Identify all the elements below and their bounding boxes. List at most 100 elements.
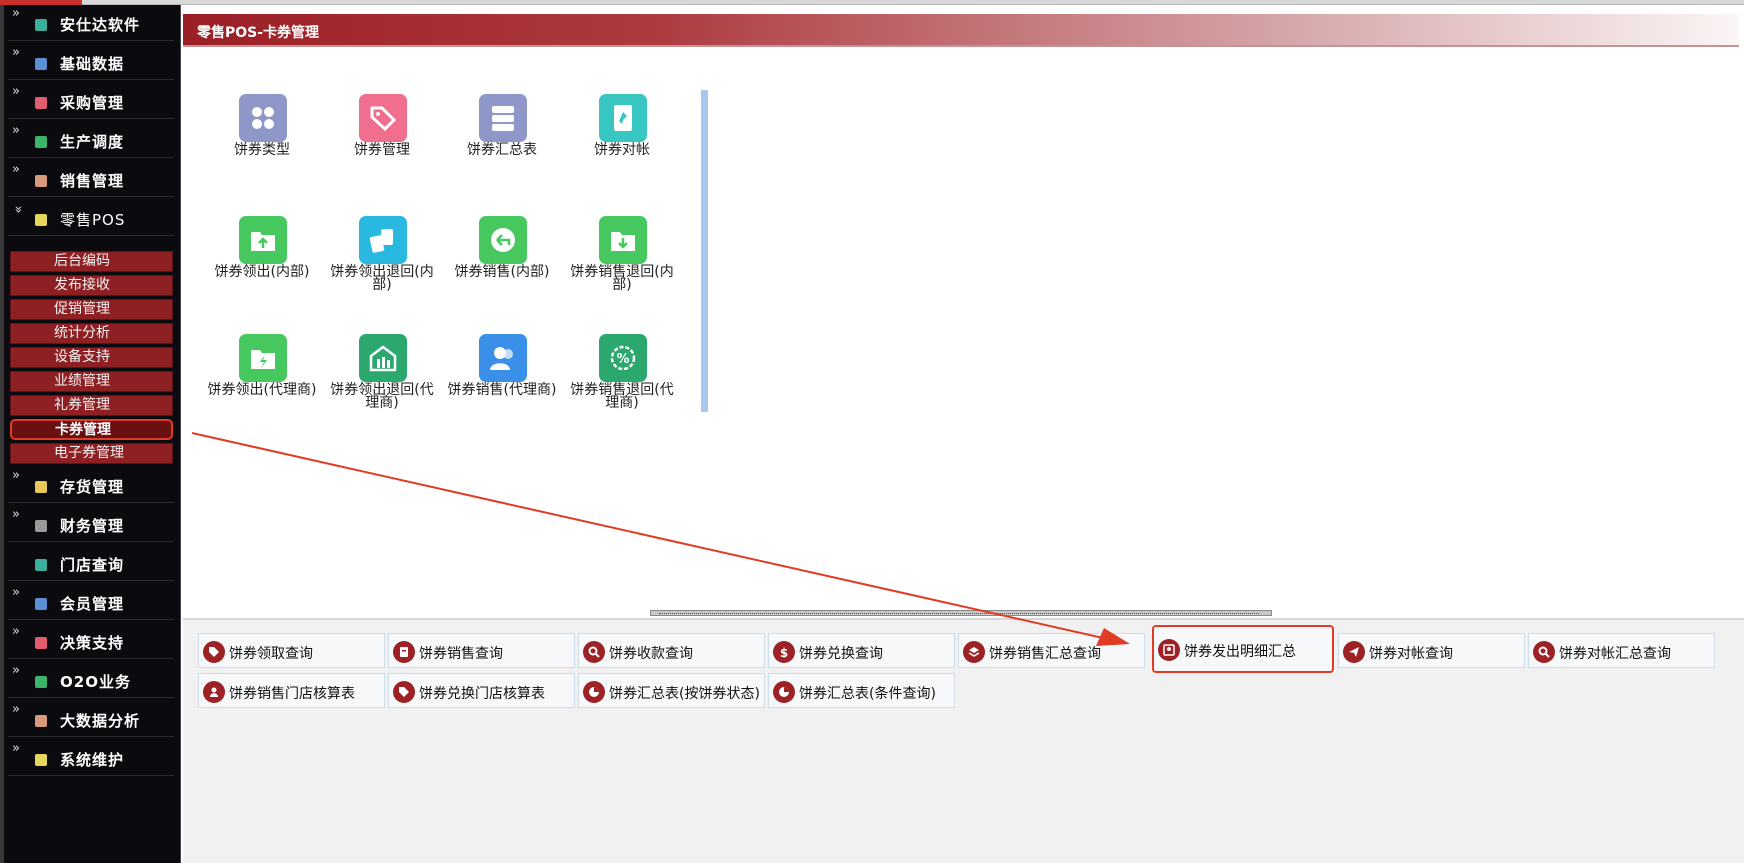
sidebar-item-basic-data[interactable]: » 基础数据 (8, 44, 174, 80)
folder-bolt-icon (239, 334, 287, 382)
sidebar-edge (0, 5, 4, 863)
tile-label: 饼券销售退回(代理商) (570, 382, 674, 411)
tile-label: 饼券领出(内部) (214, 264, 310, 280)
chevron-right-icon: » (12, 162, 20, 177)
server-icon (479, 94, 527, 142)
chevron-right-icon: » (12, 741, 20, 756)
submenu-backend-code[interactable]: 后台编码 (10, 251, 173, 272)
sidebar-item-label: 会员管理 (60, 595, 125, 613)
submenu-performance[interactable]: 业绩管理 (10, 371, 173, 392)
sidebar-item-retail-pos[interactable]: » 零售POS (8, 200, 174, 236)
query-button-store-sales-accounting[interactable]: 饼券销售门店核算表 (198, 673, 385, 708)
tile-sale-internal[interactable]: 饼券销售(内部) (447, 216, 557, 326)
tile-sale-agent[interactable]: 饼券销售(代理商) (447, 334, 557, 444)
sidebar-item-o2o[interactable]: » O2O业务 (8, 662, 174, 698)
sidebar-item-anshida[interactable]: » 安仕达软件 (8, 5, 174, 41)
module-icon (35, 598, 47, 610)
sidebar-item-inventory[interactable]: » 存货管理 (8, 467, 174, 503)
query-button-exchange[interactable]: $ 饼券兑换查询 (768, 633, 955, 668)
sidebar-item-label: 存货管理 (60, 478, 125, 496)
chevron-right-icon: » (12, 663, 20, 678)
sidebar-item-label: 系统维护 (60, 751, 125, 769)
retail-pos-submenu: 后台编码 发布接收 促销管理 统计分析 设备支持 业绩管理 礼券管理 卡券管理 … (10, 251, 173, 467)
chevron-right-icon: » (12, 507, 20, 522)
submenu-e-voucher[interactable]: 电子券管理 (10, 443, 173, 464)
splitter-grip (659, 613, 1259, 614)
sidebar-item-label: 销售管理 (60, 172, 125, 190)
module-icon (35, 520, 47, 532)
sidebar: » 安仕达软件 » 基础数据 » 采购管理 » 生产调度 » 销售管理 » 零售… (0, 5, 181, 863)
tile-sale-return-agent[interactable]: % 饼券销售退回(代理商) (567, 334, 677, 444)
clipboard-icon (393, 641, 415, 663)
module-icon (35, 637, 47, 649)
module-icon (35, 676, 47, 688)
layers-icon (963, 641, 985, 663)
query-button-reconcile-summary[interactable]: 饼券对帐汇总查询 (1528, 633, 1715, 668)
tile-voucher-type[interactable]: 饼券类型 (207, 94, 317, 204)
tile-issue-return-agent[interactable]: 饼券领出退回(代理商) (327, 334, 437, 444)
folder-down-icon (599, 216, 647, 264)
query-button-sales[interactable]: 饼券销售查询 (388, 633, 575, 668)
tile-sale-return-internal[interactable]: 饼券销售退回(内部) (567, 216, 677, 326)
sidebar-item-label: 财务管理 (60, 517, 125, 535)
chevron-right-icon: » (12, 84, 20, 99)
module-icon (35, 214, 47, 226)
svg-text:%: % (616, 352, 629, 367)
query-button-sales-summary[interactable]: 饼券销售汇总查询 (958, 633, 1145, 668)
function-tile-pane: 饼券类型 饼券管理 饼券汇总表 饼券对帐 饼券领出(内部) 饼券领出退回(内部)… (183, 50, 1739, 610)
query-button-receive[interactable]: 饼券领取查询 (198, 633, 385, 668)
button-label: 饼券兑换查询 (799, 646, 883, 662)
submenu-statistics[interactable]: 统计分析 (10, 323, 173, 344)
sidebar-item-production[interactable]: » 生产调度 (8, 122, 174, 158)
query-button-store-exchange-accounting[interactable]: 饼券兑换门店核算表 (388, 673, 575, 708)
tile-issue-internal[interactable]: 饼券领出(内部) (207, 216, 317, 326)
sidebar-item-finance[interactable]: » 财务管理 (8, 506, 174, 542)
button-label: 饼券收款查询 (609, 646, 693, 662)
sidebar-item-sales[interactable]: » 销售管理 (8, 161, 174, 197)
sidebar-item-big-data[interactable]: » 大数据分析 (8, 701, 174, 737)
page-title: 零售POS-卡券管理 (197, 25, 320, 41)
query-button-reconcile[interactable]: 饼券对帐查询 (1338, 633, 1525, 668)
sidebar-item-purchase[interactable]: » 采购管理 (8, 83, 174, 119)
query-button-payment[interactable]: 饼券收款查询 (578, 633, 765, 668)
query-button-summary-by-status[interactable]: 饼券汇总表(按饼券状态) (578, 673, 765, 708)
submenu-publish-receive[interactable]: 发布接收 (10, 275, 173, 296)
tile-label: 饼券管理 (354, 142, 410, 158)
sidebar-item-label: 决策支持 (60, 634, 125, 652)
submenu-gift-voucher[interactable]: 礼券管理 (10, 395, 173, 416)
tile-voucher-reconcile[interactable]: 饼券对帐 (567, 94, 677, 204)
tile-voucher-manage[interactable]: 饼券管理 (327, 94, 437, 204)
pane-splitter[interactable] (650, 610, 1272, 616)
module-icon (35, 175, 47, 187)
module-icon (35, 754, 47, 766)
chevron-right-icon: » (12, 624, 20, 639)
query-button-summary-by-condition[interactable]: 饼券汇总表(条件查询) (768, 673, 955, 708)
tile-voucher-summary[interactable]: 饼券汇总表 (447, 94, 557, 204)
users-icon (479, 334, 527, 382)
button-label: 饼券对帐汇总查询 (1559, 646, 1671, 662)
submenu-promotion[interactable]: 促销管理 (10, 299, 173, 320)
button-label: 饼券对帐查询 (1369, 646, 1453, 662)
submenu-card-voucher[interactable]: 卡券管理 (10, 419, 173, 440)
pie-icon (583, 681, 605, 703)
tile-issue-agent[interactable]: 饼券领出(代理商) (207, 334, 317, 444)
sidebar-item-members[interactable]: » 会员管理 (8, 584, 174, 620)
sidebar-item-system[interactable]: » 系统维护 (8, 740, 174, 776)
tile-issue-return-internal[interactable]: 饼券领出退回(内部) (327, 216, 437, 326)
query-button-issue-detail[interactable]: 饼券发出明细汇总 (1152, 625, 1334, 673)
cards-icon (359, 216, 407, 264)
sidebar-item-label: 安仕达软件 (60, 16, 141, 34)
send-icon (1343, 641, 1365, 663)
tile-label: 饼券销售(内部) (454, 264, 550, 280)
sidebar-item-decision[interactable]: » 决策支持 (8, 623, 174, 659)
submenu-device-support[interactable]: 设备支持 (10, 347, 173, 368)
pane-divider (701, 90, 708, 412)
sidebar-item-label: 基础数据 (60, 55, 125, 73)
dollar-icon: $ (773, 641, 795, 663)
sidebar-item-label: 大数据分析 (60, 712, 141, 730)
button-label: 饼券汇总表(条件查询) (799, 686, 936, 702)
tile-label: 饼券领出退回(代理商) (330, 382, 434, 411)
sidebar-item-label: 门店查询 (60, 556, 125, 574)
sidebar-item-store-query[interactable]: 门店查询 (8, 545, 174, 581)
page-title-bar: 零售POS-卡券管理 (183, 14, 1739, 47)
